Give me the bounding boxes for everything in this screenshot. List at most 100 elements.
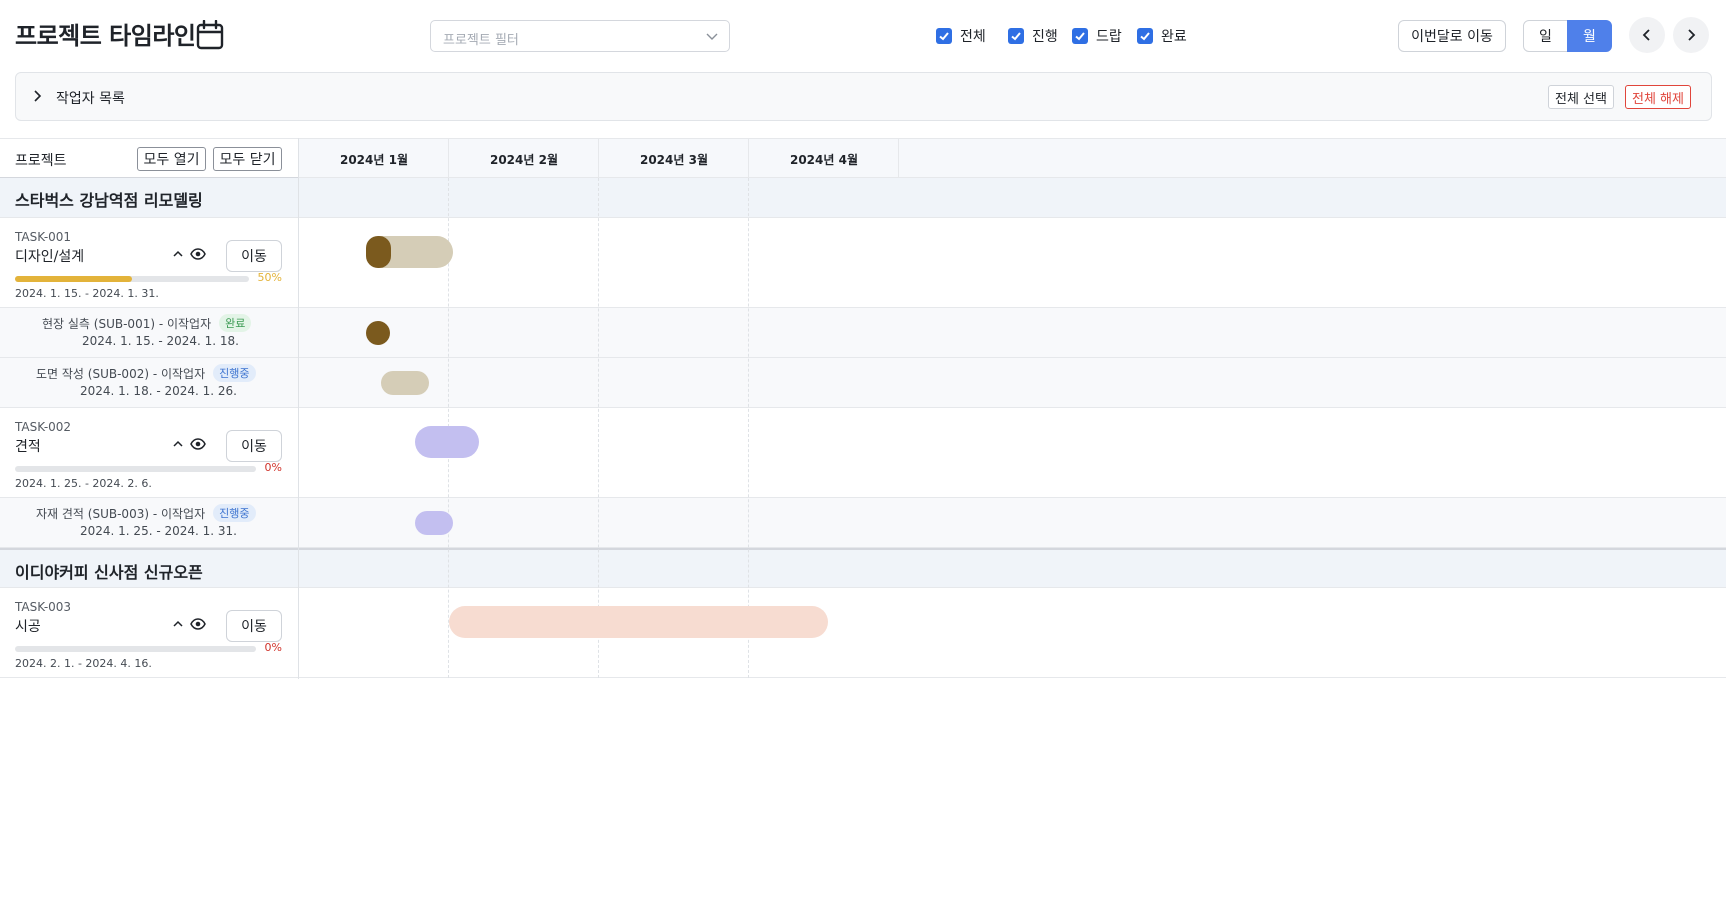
next-button[interactable] (1673, 17, 1709, 53)
progress-percent: 0% (264, 461, 282, 474)
move-button[interactable]: 이동 (226, 610, 282, 642)
progress-bar (15, 276, 249, 282)
month-label-mar: 2024년 3월 (639, 153, 708, 167)
this-month-button[interactable]: 이번달로 이동 (1398, 20, 1506, 52)
project-group-row: 스타벅스 강남역점 리모델링 (0, 178, 1726, 218)
eye-icon[interactable] (190, 437, 206, 451)
page-title: 프로젝트 타임라인 (15, 22, 196, 50)
progress-bar (15, 646, 256, 652)
checkbox-checked-icon (1008, 28, 1024, 44)
project-group-title: 스타벅스 강남역점 리모델링 (15, 191, 203, 210)
checkbox-checked-icon (1137, 28, 1153, 44)
filter-progress-checkbox[interactable]: 진행 (1008, 27, 1058, 45)
deselect-all-button[interactable]: 전체 해제 (1625, 85, 1691, 109)
filter-done-label: 완료 (1161, 29, 1187, 45)
subtask-dates: 2024. 1. 25. - 2024. 1. 31. (80, 524, 237, 538)
subtask-bar[interactable] (415, 511, 453, 535)
subtask-bar[interactable] (381, 371, 429, 395)
subtask-row: 도면 작성 (SUB-002) - 이작업자 진행중 2024. 1. 18. … (0, 358, 1726, 408)
project-filter-select[interactable]: 프로젝트 필터 (430, 20, 730, 52)
progress-percent: 50% (257, 271, 282, 284)
project-group-title: 이디야커피 신사점 신규오픈 (15, 563, 203, 582)
status-badge: 진행중 (213, 364, 256, 382)
checkbox-checked-icon (936, 28, 952, 44)
project-column-header: 프로젝트 모두 열기 모두 닫기 (0, 139, 298, 179)
project-column-label: 프로젝트 (15, 153, 67, 169)
filter-all-label: 전체 (960, 29, 986, 45)
subtask-header: 도면 작성 (SUB-002) - 이작업자 진행중 (36, 364, 256, 382)
checkbox-checked-icon (1072, 28, 1088, 44)
chevron-up-icon[interactable] (172, 618, 184, 630)
subtask-header: 현장 실측 (SUB-001) - 이작업자 완료 (42, 314, 252, 332)
chevron-left-icon (1642, 29, 1650, 41)
subtask-bar[interactable] (366, 321, 390, 345)
worker-list-panel[interactable]: 작업자 목록 전체 선택 전체 해제 (15, 72, 1712, 121)
task-dates: 2024. 1. 25. - 2024. 2. 6. (15, 477, 152, 490)
subtask-dates: 2024. 1. 18. - 2024. 1. 26. (80, 384, 237, 398)
subtask-dates: 2024. 1. 15. - 2024. 1. 18. (82, 334, 239, 348)
month-label-apr: 2024년 4월 (789, 153, 858, 167)
subtask-row: 현장 실측 (SUB-001) - 이작업자 완료 2024. 1. 15. -… (0, 308, 1726, 358)
expand-all-button[interactable]: 모두 열기 (137, 147, 206, 171)
project-group-row: 이디야커피 신사점 신규오픈 (0, 548, 1726, 588)
view-day-button[interactable]: 일 (1523, 20, 1568, 52)
task-row: TASK-001 디자인/설계 이동 50% 2024. 1. 15. - 20… (0, 218, 1726, 308)
task-name: 디자인/설계 (15, 249, 85, 265)
month-divider (448, 139, 449, 179)
task-row: TASK-003 시공 이동 0% 2024. 2. 1. - 2024. 4.… (0, 588, 1726, 678)
progress-fill (15, 276, 132, 282)
move-button[interactable]: 이동 (226, 240, 282, 272)
worker-list-label: 작업자 목록 (56, 91, 125, 107)
chevron-up-icon[interactable] (172, 248, 184, 260)
subtask-row: 자재 견적 (SUB-003) - 이작업자 진행중 2024. 1. 25. … (0, 498, 1726, 548)
month-label-jan: 2024년 1월 (339, 153, 408, 167)
chevron-right-icon (34, 90, 42, 102)
gantt-header: 프로젝트 모두 열기 모두 닫기 2024년 1월 2024년 2월 2024년… (0, 138, 1726, 179)
eye-icon[interactable] (190, 247, 206, 261)
task-code: TASK-002 (15, 420, 72, 434)
move-button[interactable]: 이동 (226, 430, 282, 462)
month-divider (598, 139, 599, 179)
timeline-app: 프로젝트 타임라인 프로젝트 필터 전체 진행 드랍 완료 이번달로 이동 일 … (0, 0, 1726, 897)
subtask-label: 현장 실측 (SUB-001) - 이작업자 (42, 316, 212, 331)
task-code: TASK-003 (15, 600, 72, 614)
month-divider (748, 139, 749, 179)
chevron-up-icon[interactable] (172, 438, 184, 450)
task-name: 시공 (15, 619, 41, 635)
progress-percent: 0% (264, 641, 282, 654)
task-dates: 2024. 2. 1. - 2024. 4. 16. (15, 657, 152, 670)
task-row: TASK-002 견적 이동 0% 2024. 1. 25. - 2024. 2… (0, 408, 1726, 498)
task-bar[interactable] (415, 426, 479, 458)
task-name: 견적 (15, 439, 41, 455)
task-progress-segment (366, 236, 391, 268)
task-code: TASK-001 (15, 230, 72, 244)
filter-drop-label: 드랍 (1096, 29, 1122, 45)
subtask-header: 자재 견적 (SUB-003) - 이작업자 진행중 (36, 504, 256, 522)
task-dates: 2024. 1. 15. - 2024. 1. 31. (15, 287, 159, 300)
eye-icon[interactable] (190, 617, 206, 631)
month-gridline (598, 178, 599, 678)
calendar-icon (196, 20, 224, 50)
chevron-down-icon (706, 33, 718, 40)
month-divider (898, 139, 899, 179)
view-month-button[interactable]: 월 (1567, 20, 1612, 52)
month-label-feb: 2024년 2월 (489, 153, 558, 167)
status-badge: 완료 (219, 314, 252, 332)
collapse-all-button[interactable]: 모두 닫기 (213, 147, 282, 171)
month-gridline (748, 178, 749, 678)
task-bar[interactable] (449, 606, 828, 638)
chevron-right-icon (1688, 29, 1696, 41)
filter-done-checkbox[interactable]: 완료 (1137, 27, 1187, 45)
filter-progress-label: 진행 (1032, 29, 1058, 45)
status-badge: 진행중 (213, 504, 256, 522)
left-panel-border (298, 138, 299, 679)
task-bar[interactable] (366, 236, 453, 268)
subtask-label: 자재 견적 (SUB-003) - 이작업자 (36, 506, 206, 521)
filter-all-checkbox[interactable]: 전체 (936, 27, 986, 45)
filter-drop-checkbox[interactable]: 드랍 (1072, 27, 1122, 45)
subtask-label: 도면 작성 (SUB-002) - 이작업자 (36, 366, 206, 381)
prev-button[interactable] (1629, 17, 1665, 53)
select-all-button[interactable]: 전체 선택 (1548, 85, 1614, 109)
filter-placeholder: 프로젝트 필터 (443, 33, 519, 48)
progress-bar (15, 466, 256, 472)
